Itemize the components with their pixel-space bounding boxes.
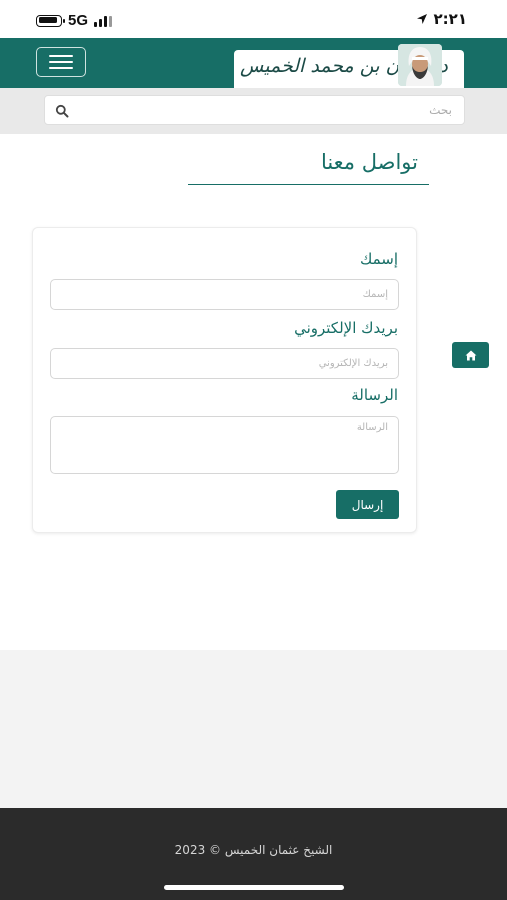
search-input[interactable] <box>44 95 465 125</box>
home-icon <box>465 350 476 360</box>
email-label: بريدك الإلكتروني <box>294 319 398 337</box>
portrait-avatar <box>398 44 442 86</box>
footer-copyright: الشيخ عثمان الخميس © 2023 <box>174 843 333 857</box>
site-logo[interactable]: د.عثمان بن محمد الخميس <box>234 44 464 88</box>
status-bar: 5G ٢:٢١ <box>0 0 507 38</box>
message-label: الرسالة <box>351 386 398 404</box>
hamburger-menu-icon[interactable] <box>36 47 86 77</box>
status-right: ٢:٢١ <box>416 10 467 28</box>
search-bar <box>0 88 507 134</box>
battery-icon <box>36 14 65 27</box>
send-button[interactable]: إرسال <box>336 490 399 519</box>
status-time: ٢:٢١ <box>433 10 467 28</box>
page-title: تواصل معنا <box>320 150 418 174</box>
status-left: 5G <box>36 12 113 29</box>
title-underline <box>188 184 429 185</box>
search-icon[interactable] <box>55 104 69 118</box>
location-arrow-icon <box>416 14 427 24</box>
contact-form: إسمك بريدك الإلكتروني الرسالة إرسال <box>32 227 417 533</box>
name-label: إسمك <box>359 250 398 268</box>
home-button[interactable] <box>452 342 489 368</box>
page-background-section <box>0 650 507 808</box>
signal-bars-icon <box>94 15 113 27</box>
name-field[interactable] <box>50 279 399 310</box>
network-type: 5G <box>68 12 89 29</box>
home-indicator[interactable] <box>164 885 344 890</box>
site-header: د.عثمان بن محمد الخميس <box>0 38 507 88</box>
message-field[interactable] <box>50 416 399 474</box>
email-field[interactable] <box>50 348 399 379</box>
